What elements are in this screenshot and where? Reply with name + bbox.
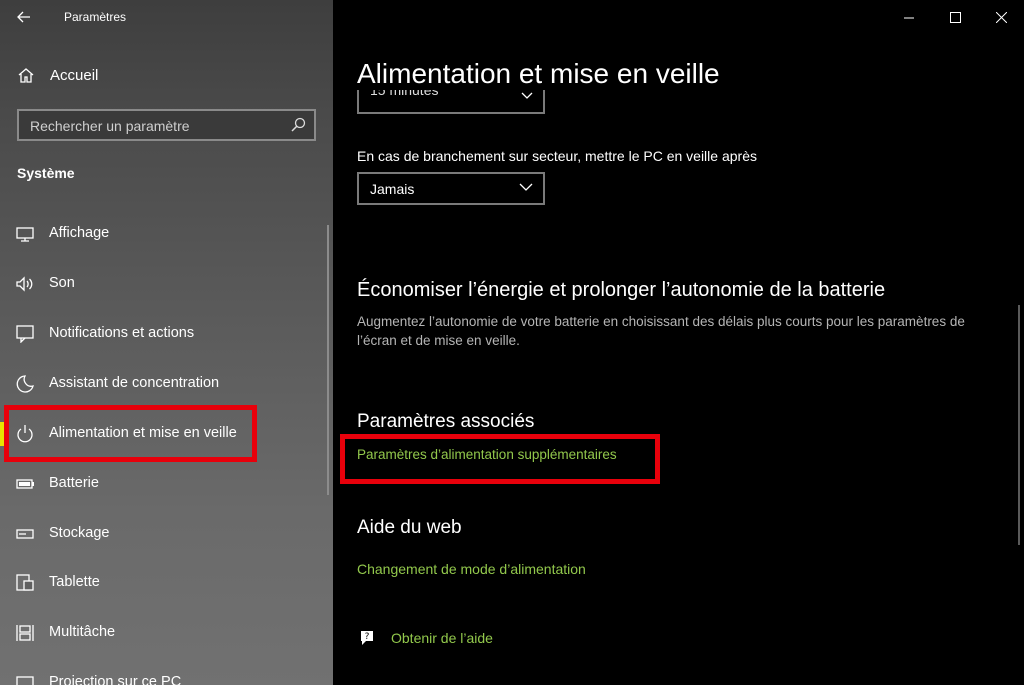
minimize-icon [903, 17, 914, 18]
sidebar-item-label: Assistant de concentration [49, 375, 220, 391]
notification-icon [16, 325, 34, 343]
sidebar-item-multitache[interactable]: Multitâche [0, 613, 333, 653]
power-mode-link[interactable]: Changement de mode d’alimentation [357, 561, 586, 577]
sidebar-item-tablette[interactable]: Tablette [0, 563, 333, 603]
close-button[interactable] [978, 0, 1024, 34]
app-title: Paramètres [64, 10, 127, 24]
home-nav-item[interactable]: Accueil [0, 58, 333, 94]
monitor-icon [16, 227, 34, 242]
sidebar-item-affichage[interactable]: Affichage [0, 214, 333, 254]
speaker-icon [16, 276, 33, 292]
close-icon [995, 11, 1007, 23]
save-energy-heading: Économiser l’énergie et prolonger l’auto… [357, 279, 886, 301]
home-icon [18, 68, 34, 83]
projection-icon [16, 676, 34, 685]
main-scrollbar[interactable] [1018, 305, 1020, 545]
page-title: Alimentation et mise en veille [357, 58, 720, 89]
sidebar-item-label: Projection sur ce PC [49, 674, 182, 685]
maximize-icon [949, 11, 961, 23]
battery-icon [16, 479, 34, 489]
additional-power-settings-link[interactable]: Paramètres d’alimentation supplémentaire… [357, 447, 617, 462]
titlebar-left: Paramètres [0, 0, 333, 34]
help-chat-icon: ? [361, 631, 373, 645]
svg-text:?: ? [365, 632, 370, 642]
sidebar-item-alimentation[interactable]: Alimentation et mise en veille [0, 414, 333, 454]
search-input[interactable]: Rechercher un paramètre [17, 109, 316, 141]
sleep-label: En cas de branchement sur secteur, mettr… [357, 148, 757, 164]
web-help-heading: Aide du web [357, 517, 462, 538]
sidebar-item-label: Notifications et actions [49, 325, 195, 341]
selected-indicator [0, 422, 4, 446]
maximize-button[interactable] [932, 0, 978, 34]
sidebar-item-label: Multitâche [49, 624, 116, 640]
back-arrow-icon [17, 11, 30, 23]
search-icon[interactable] [290, 117, 306, 133]
dropdown-value: Jamais [370, 181, 415, 197]
minimize-button[interactable] [886, 0, 932, 34]
storage-icon [16, 529, 34, 539]
sleep-dropdown[interactable]: Jamais [357, 172, 545, 205]
sidebar-item-label: Alimentation et mise en veille [49, 425, 237, 441]
sidebar-item-label: Affichage [49, 225, 110, 241]
save-energy-description: Augmentez l’autonomie de votre batterie … [357, 314, 965, 348]
sidebar-item-label: Son [49, 275, 75, 291]
home-label: Accueil [50, 67, 99, 84]
section-title: Système [17, 165, 75, 181]
multitask-icon [16, 625, 34, 641]
related-settings-heading: Paramètres associés [357, 411, 535, 432]
sidebar-item-stockage[interactable]: Stockage [0, 514, 333, 554]
search-placeholder: Rechercher un paramètre [30, 118, 190, 134]
chevron-down-icon [519, 183, 533, 191]
chevron-down-icon [521, 92, 533, 99]
sidebar-scrollbar[interactable] [327, 225, 329, 495]
sidebar-item-concentration[interactable]: Assistant de concentration [0, 364, 333, 404]
power-icon [17, 425, 33, 443]
window-controls [886, 0, 1024, 34]
main-content: Alimentation et mise en veille 15 minute… [333, 0, 1024, 685]
sidebar-item-batterie[interactable]: Batterie [0, 464, 333, 504]
sidebar-item-notifications[interactable]: Notifications et actions [0, 314, 333, 354]
sidebar-item-label: Tablette [49, 574, 100, 590]
screen-timeout-dropdown[interactable]: 15 minutes [357, 90, 545, 114]
sidebar-item-son[interactable]: Son [0, 264, 333, 304]
tablet-icon [16, 574, 34, 591]
sidebar-item-projection[interactable]: Projection sur ce PC [0, 663, 333, 685]
get-help-link[interactable]: Obtenir de l’aide [391, 630, 493, 646]
dropdown-value: 15 minutes [370, 90, 439, 98]
moon-icon [16, 375, 34, 393]
back-button[interactable] [0, 0, 48, 34]
sidebar-item-label: Batterie [49, 475, 99, 491]
sidebar-item-label: Stockage [49, 525, 110, 541]
sidebar: Paramètres Accueil Rechercher un paramèt… [0, 0, 333, 685]
